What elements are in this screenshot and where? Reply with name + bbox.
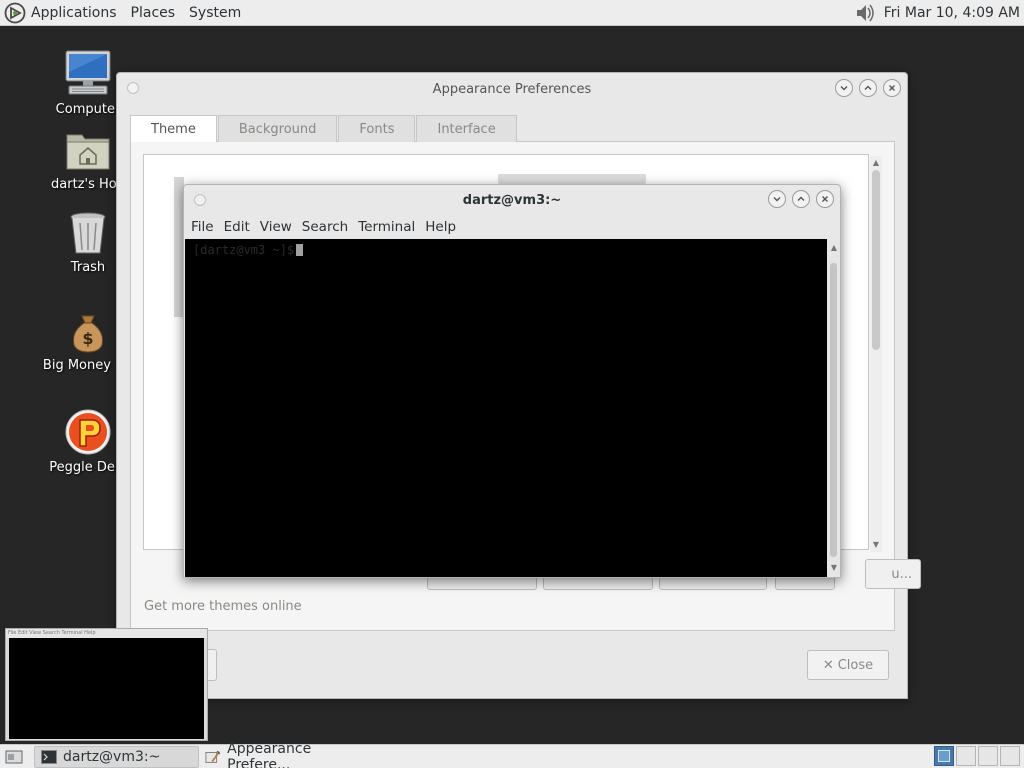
taskbar-item-terminal[interactable]: dartz@vm3:~ xyxy=(34,745,199,768)
money-bag-icon: $ xyxy=(73,315,103,353)
tab-bar: Theme Background Fonts Interface xyxy=(130,115,895,143)
tab-background[interactable]: Background xyxy=(217,115,338,142)
chevron-up-icon xyxy=(797,196,805,201)
terminal-menubar: File Edit View Search Terminal Help xyxy=(184,215,461,239)
home-folder-icon xyxy=(66,134,110,170)
close-icon xyxy=(822,196,828,202)
chevron-down-icon xyxy=(840,86,848,91)
appearance-icon xyxy=(205,750,221,763)
terminal-prompt: [dartz@vm3 ~]$ xyxy=(193,243,295,257)
svg-text:$: $ xyxy=(82,329,93,348)
window-menu-icon[interactable] xyxy=(194,194,206,206)
customize-button-label: u... xyxy=(891,566,912,582)
terminal-cursor xyxy=(296,244,304,256)
workspace-3[interactable] xyxy=(978,746,998,766)
titlebar[interactable]: dartz@vm3:~ xyxy=(184,185,840,215)
menu-terminal[interactable]: Terminal xyxy=(353,219,420,235)
peggle-icon xyxy=(65,409,111,455)
applications-menu[interactable]: Applications xyxy=(0,0,124,26)
trash-icon xyxy=(70,212,106,254)
workspace-window-preview xyxy=(938,750,950,762)
chevron-up-icon xyxy=(864,85,872,90)
tab-label: Background xyxy=(238,121,317,137)
close-icon: ✕ xyxy=(822,657,834,673)
tab-label: Interface xyxy=(437,121,496,137)
scrollbar-thumb[interactable] xyxy=(872,170,880,350)
menu-edit[interactable]: Edit xyxy=(219,219,255,235)
system-menu-label: System xyxy=(189,4,242,21)
preview-screen xyxy=(9,638,204,739)
menu-view[interactable]: View xyxy=(255,219,297,235)
window-title: Appearance Preferences xyxy=(432,81,592,97)
workspace-4[interactable] xyxy=(1000,746,1020,766)
titlebar[interactable]: Appearance Preferences xyxy=(117,73,907,105)
terminal-prompt-line: [dartz@vm3 ~]$ xyxy=(193,243,304,257)
minimize-button[interactable] xyxy=(835,79,853,97)
scroll-down-icon[interactable]: ▼ xyxy=(871,540,881,550)
system-menu[interactable]: System xyxy=(182,0,248,26)
minimize-button[interactable] xyxy=(768,190,786,208)
theme-list-scrollbar[interactable]: ▲ ▼ xyxy=(870,156,882,552)
window-preview-thumbnail[interactable]: File Edit View Search Terminal Help xyxy=(5,628,208,741)
close-button[interactable]: ✕ Close xyxy=(807,650,889,680)
window-menu-icon[interactable] xyxy=(127,82,139,94)
tab-theme[interactable]: Theme xyxy=(130,115,217,143)
theme-list-selection[interactable] xyxy=(498,174,646,184)
window-title: dartz@vm3:~ xyxy=(462,192,562,208)
distro-logo-icon xyxy=(4,2,26,23)
customize-button[interactable]: u... xyxy=(865,559,921,589)
terminal-scrollbar[interactable]: ▲ ▼ xyxy=(827,239,840,577)
get-more-themes-link[interactable]: Get more themes online xyxy=(144,599,302,614)
close-icon xyxy=(889,85,895,91)
show-desktop-icon xyxy=(5,750,23,763)
scroll-up-icon[interactable]: ▲ xyxy=(871,158,881,168)
scroll-down-icon[interactable]: ▼ xyxy=(829,563,839,573)
applications-menu-label: Applications xyxy=(31,4,117,21)
scroll-up-icon[interactable]: ▲ xyxy=(829,243,839,253)
close-button-label: Close xyxy=(837,657,874,673)
terminal-icon xyxy=(41,749,57,764)
maximize-button[interactable] xyxy=(792,190,810,208)
tab-label: Theme xyxy=(151,122,196,137)
taskbar-item-appearance[interactable]: Appearance Prefere... xyxy=(199,741,369,768)
workspace-1[interactable] xyxy=(934,746,954,766)
taskbar-item-label: dartz@vm3:~ xyxy=(63,748,161,765)
menu-file[interactable]: File xyxy=(186,219,219,235)
close-window-button[interactable] xyxy=(883,79,901,97)
bottom-panel: dartz@vm3:~ Appearance Prefere... xyxy=(0,741,1024,768)
maximize-button[interactable] xyxy=(859,79,877,97)
tab-fonts[interactable]: Fonts xyxy=(338,115,416,142)
close-window-button[interactable] xyxy=(816,190,834,208)
scrollbar-thumb[interactable] xyxy=(830,263,837,557)
desktop-icon-label: Computer xyxy=(55,102,121,117)
chevron-down-icon xyxy=(773,197,781,202)
computer-icon xyxy=(65,50,111,95)
tab-label: Fonts xyxy=(359,121,395,137)
places-menu[interactable]: Places xyxy=(124,0,183,26)
tab-interface[interactable]: Interface xyxy=(416,115,517,142)
show-desktop-button[interactable] xyxy=(2,746,26,768)
workspace-2[interactable] xyxy=(956,746,976,766)
preview-menubar: File Edit View Search Terminal Help xyxy=(6,629,207,638)
desktop-icon-label: dartz's Hon xyxy=(51,177,125,192)
terminal-screen[interactable]: [dartz@vm3 ~]$ xyxy=(185,239,827,577)
workspace-switcher xyxy=(934,746,1020,766)
top-panel: Applications Places System Fri Mar 10, 4… xyxy=(0,0,1024,26)
menu-help[interactable]: Help xyxy=(420,219,461,235)
terminal-window: dartz@vm3:~ File Edit View Search Termin… xyxy=(183,184,841,578)
volume-icon[interactable] xyxy=(854,2,878,24)
desktop-icon-label: Trash xyxy=(70,260,106,275)
places-menu-label: Places xyxy=(130,4,176,21)
taskbar-item-label: Appearance Prefere... xyxy=(227,740,312,768)
clock[interactable]: Fri Mar 10, 4:09 AM xyxy=(884,5,1024,21)
menu-search[interactable]: Search xyxy=(297,219,353,235)
